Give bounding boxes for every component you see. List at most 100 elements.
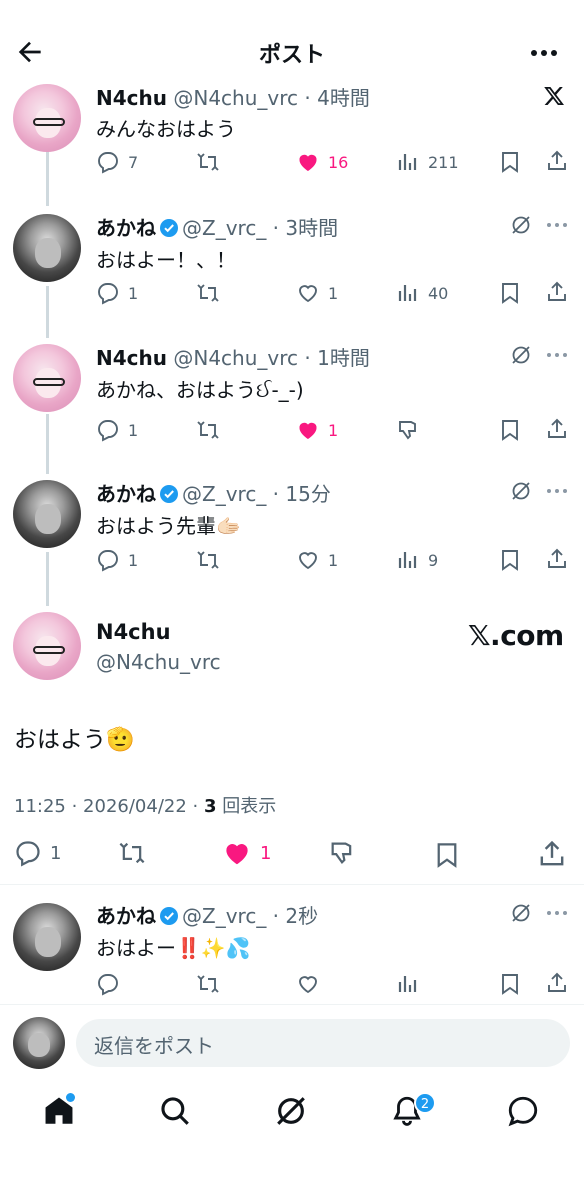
repost-button[interactable]: [196, 281, 220, 305]
top-bar: ポスト: [0, 0, 584, 80]
grok-icon[interactable]: [274, 1094, 308, 1128]
messages-icon[interactable]: [506, 1094, 540, 1128]
like-button[interactable]: [296, 972, 320, 996]
like-button[interactable]: 1: [222, 841, 271, 865]
grok-icon[interactable]: [510, 344, 532, 366]
share-icon[interactable]: [546, 548, 568, 570]
reply-count: 1: [128, 550, 139, 570]
avatar[interactable]: [13, 903, 81, 971]
post-header: あかね @Z_vrc_ · 3時間: [96, 216, 339, 240]
views-chart-icon: [398, 285, 417, 301]
more-dots-icon[interactable]: [546, 222, 568, 228]
reply-count: 1: [50, 842, 62, 864]
views-button[interactable]: 211: [396, 150, 459, 174]
post-time[interactable]: 3時間: [285, 216, 338, 240]
post-text: おはよう先輩🫱🏻: [96, 514, 241, 538]
display-name[interactable]: N4chu: [96, 620, 171, 644]
like-button[interactable]: 1: [296, 418, 338, 442]
views-button[interactable]: 9: [396, 548, 438, 572]
post-time[interactable]: 4時間: [317, 86, 370, 110]
reply-button[interactable]: 1: [96, 418, 138, 442]
more-options-icon[interactable]: [528, 38, 560, 68]
reply-button[interactable]: 1: [96, 548, 138, 572]
avatar[interactable]: [13, 344, 81, 412]
share-icon[interactable]: [538, 840, 566, 868]
bookmark-icon[interactable]: [499, 549, 521, 571]
view-count: 3: [203, 796, 217, 817]
views-chart-icon: [398, 552, 417, 568]
bookmark-icon[interactable]: [434, 841, 460, 869]
views-button[interactable]: [396, 972, 420, 996]
user-handle[interactable]: @Z_vrc_: [182, 216, 266, 240]
bookmark-icon[interactable]: [499, 151, 521, 173]
like-button[interactable]: 16: [296, 150, 348, 174]
post-time[interactable]: 2秒: [285, 904, 318, 928]
downvote-button[interactable]: [328, 841, 356, 865]
like-button[interactable]: 1: [296, 548, 338, 572]
my-avatar[interactable]: [13, 1017, 65, 1069]
reply-button[interactable]: 7: [96, 150, 138, 174]
reply-input[interactable]: 返信をポスト: [76, 1019, 570, 1067]
thread-connector: [46, 150, 49, 206]
user-handle[interactable]: @Z_vrc_: [182, 482, 266, 506]
like-count: 1: [328, 550, 339, 570]
repost-button[interactable]: [196, 548, 220, 572]
share-icon[interactable]: [546, 972, 568, 994]
like-button[interactable]: 1: [296, 281, 338, 305]
grok-icon[interactable]: [510, 214, 532, 236]
display-name[interactable]: あかね: [96, 904, 156, 928]
avatar[interactable]: [13, 480, 81, 548]
notification-badge: 2: [414, 1092, 436, 1114]
verified-badge-icon: [160, 485, 178, 503]
user-handle[interactable]: @N4chu_vrc: [96, 650, 221, 674]
display-name[interactable]: N4chu: [96, 86, 167, 110]
more-dots-icon[interactable]: [546, 910, 568, 916]
share-icon[interactable]: [546, 281, 568, 303]
x-logo-icon: [544, 87, 564, 105]
share-icon[interactable]: [546, 418, 568, 440]
reply-button[interactable]: 1: [96, 281, 138, 305]
search-icon[interactable]: [158, 1094, 192, 1128]
grok-icon[interactable]: [510, 902, 532, 924]
post-text: みんなおはよう: [96, 117, 236, 141]
view-count: 211: [428, 152, 459, 172]
more-dots-icon[interactable]: [546, 488, 568, 494]
repost-button[interactable]: [196, 418, 220, 442]
reply-button[interactable]: 1: [14, 841, 62, 867]
divider: [0, 884, 584, 885]
user-handle[interactable]: @Z_vrc_: [182, 904, 266, 928]
repost-button[interactable]: [118, 841, 146, 865]
repost-icon: [197, 421, 219, 439]
views-chart-icon: [398, 154, 417, 170]
post-time[interactable]: 1時間: [317, 346, 370, 370]
avatar[interactable]: [13, 612, 81, 680]
display-name[interactable]: あかね: [96, 216, 156, 240]
user-handle[interactable]: @N4chu_vrc: [173, 346, 298, 370]
user-handle[interactable]: @N4chu_vrc: [173, 86, 298, 110]
views-button[interactable]: 40: [396, 281, 448, 305]
heart-filled-icon: [299, 154, 317, 171]
repost-icon: [197, 153, 219, 171]
bookmark-icon[interactable]: [499, 419, 521, 441]
post-time[interactable]: 15分: [285, 482, 330, 506]
avatar[interactable]: [13, 214, 81, 282]
avatar[interactable]: [13, 84, 81, 152]
bookmark-icon[interactable]: [499, 973, 521, 995]
display-name[interactable]: N4chu: [96, 346, 167, 370]
post-text: おはよー‼️✨💦: [96, 936, 251, 960]
thumbs-down-icon: [331, 842, 352, 865]
heart-outline-icon: [299, 285, 317, 303]
repost-icon: [119, 842, 145, 864]
heart-outline-icon: [299, 552, 317, 570]
like-count: 1: [260, 842, 272, 864]
downvote-button[interactable]: [396, 418, 420, 442]
repost-button[interactable]: [196, 150, 220, 174]
more-dots-icon[interactable]: [546, 352, 568, 358]
post-timestamp[interactable]: 11:25 · 2026/04/22 ·: [14, 796, 204, 817]
bookmark-icon[interactable]: [499, 282, 521, 304]
display-name[interactable]: あかね: [96, 482, 156, 506]
reply-button[interactable]: [96, 972, 120, 996]
share-icon[interactable]: [546, 150, 568, 172]
repost-button[interactable]: [196, 972, 220, 996]
grok-icon[interactable]: [510, 480, 532, 502]
